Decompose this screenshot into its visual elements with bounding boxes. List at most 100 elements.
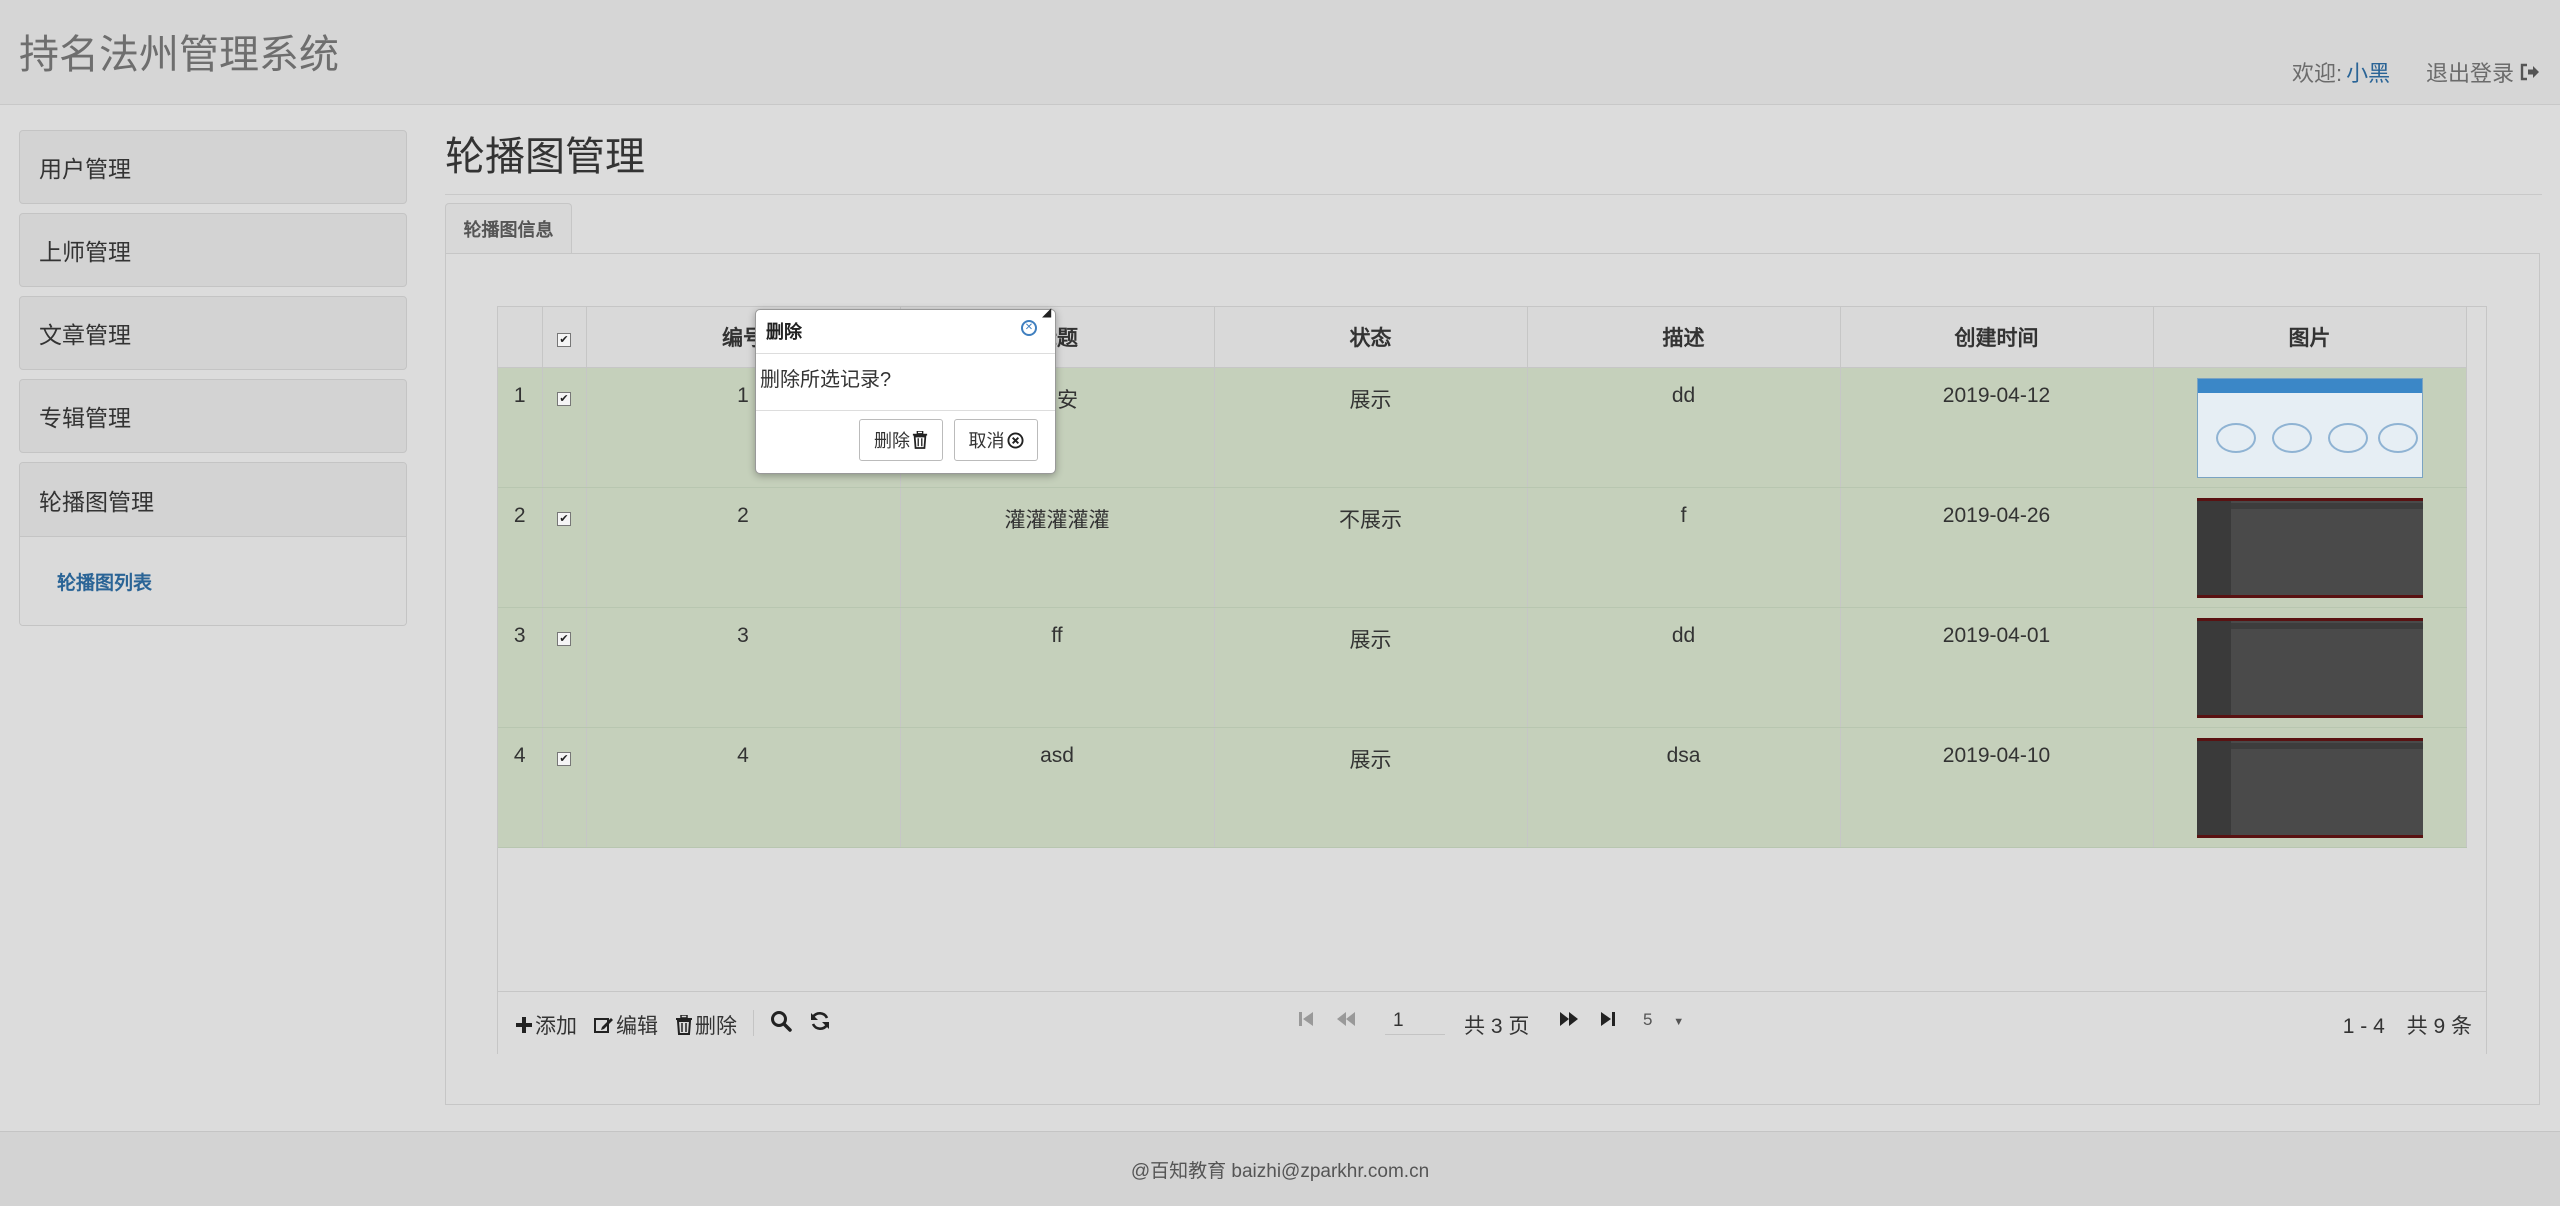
page-number-input[interactable]	[1385, 1007, 1445, 1035]
row-select-cell: ✔	[542, 727, 587, 848]
cell-status: 展示	[1214, 727, 1528, 848]
record-total: 共 9 条	[2406, 1015, 2472, 1038]
row-number: 1	[498, 367, 543, 488]
row-select-cell: ✔	[542, 487, 587, 608]
sidebar-item-users[interactable]: 用户管理	[19, 130, 407, 204]
sidebar-item-label: 上师管理	[39, 239, 131, 265]
sidebar-item-albums[interactable]: 专辑管理	[19, 379, 407, 453]
sidebar: 用户管理 上师管理 文章管理 专辑管理 轮播图管理 轮播图列表	[19, 130, 407, 626]
delete-label: 删除	[695, 1015, 737, 1038]
sidebar-group-carousel: 轮播图管理 轮播图列表	[19, 462, 407, 626]
prev-page-icon[interactable]	[1336, 1008, 1356, 1034]
sidebar-item-label: 文章管理	[39, 322, 131, 348]
toolbar-separator	[753, 1010, 754, 1036]
cell-created: 2019-04-26	[1840, 487, 2154, 608]
cell-id: 3	[586, 607, 901, 728]
refresh-button[interactable]	[809, 1010, 831, 1032]
tab-carousel-info[interactable]: 轮播图信息	[445, 203, 572, 253]
rownum-header	[498, 307, 543, 368]
row-select-cell: ✔	[542, 367, 587, 488]
cell-image	[2153, 367, 2467, 488]
logout-link[interactable]: 退出登录	[2426, 56, 2540, 88]
cancel-button[interactable]: 取消	[954, 419, 1038, 461]
cell-status: 展示	[1214, 367, 1528, 488]
row-number: 4	[498, 727, 543, 848]
page-size-select[interactable]: 5 ▼	[1643, 1010, 1684, 1030]
page-size-value: 5	[1643, 1010, 1653, 1029]
column-header-image[interactable]: 图片	[2153, 307, 2467, 368]
row-select-cell: ✔	[542, 607, 587, 728]
times-circle-icon	[1006, 431, 1024, 449]
delete-button[interactable]: 删除	[675, 1010, 737, 1040]
dialog-divider	[756, 410, 1055, 411]
dialog-title: 删除	[766, 322, 802, 342]
select-all-header: ✔	[542, 307, 587, 368]
logout-label: 退出登录	[2426, 61, 2515, 86]
close-icon[interactable]: ✕	[1021, 320, 1037, 336]
edit-button[interactable]: 编辑	[594, 1010, 658, 1040]
add-button[interactable]: 添加	[515, 1010, 577, 1040]
search-icon	[771, 1011, 792, 1032]
row-checkbox[interactable]: ✔	[557, 512, 571, 526]
welcome-label: 欢迎:	[2292, 61, 2343, 86]
sidebar-item-masters[interactable]: 上师管理	[19, 213, 407, 287]
top-navbar: 持名法州管理系统 欢迎: 小黑 退出登录	[0, 0, 2560, 105]
column-header-description[interactable]: 描述	[1527, 307, 1841, 368]
search-button[interactable]	[770, 1010, 792, 1032]
cell-status: 不展示	[1214, 487, 1528, 608]
cell-image	[2153, 487, 2467, 608]
record-range-value: 1 - 4	[2342, 1015, 2385, 1038]
cell-id: 4	[586, 727, 901, 848]
row-number: 2	[498, 487, 543, 608]
edit-icon	[594, 1018, 613, 1033]
carousel-image-thumbnail	[2196, 618, 2423, 718]
cell-description: dd	[1527, 607, 1841, 728]
column-header-created[interactable]: 创建时间	[1840, 307, 2154, 368]
title-divider	[445, 194, 2542, 195]
table-row[interactable]: 4 ✔ 4 asd 展示 dsa 2019-04-10	[498, 727, 2467, 848]
username-link[interactable]: 小黑	[2346, 61, 2390, 86]
trash-icon	[912, 431, 928, 449]
cell-created: 2019-04-10	[1840, 727, 2154, 848]
row-checkbox[interactable]: ✔	[557, 632, 571, 646]
sign-out-icon	[2520, 63, 2540, 81]
plus-icon	[516, 1017, 532, 1033]
delete-confirm-dialog: 删除 ✕ 删除所选记录? 删除 取消	[755, 309, 1056, 474]
cell-status: 展示	[1214, 607, 1528, 728]
cell-created: 2019-04-12	[1840, 367, 2154, 488]
refresh-icon	[811, 1012, 829, 1030]
sidebar-item-carousel[interactable]: 轮播图管理	[20, 463, 406, 537]
cell-created: 2019-04-01	[1840, 607, 2154, 728]
sidebar-subitem-carousel-list[interactable]: 轮播图列表	[20, 537, 406, 625]
edit-label: 编辑	[616, 1015, 658, 1038]
cancel-label: 取消	[968, 431, 1005, 451]
table-row[interactable]: 3 ✔ 3 ff 展示 dd 2019-04-01	[498, 607, 2467, 728]
next-page-icon[interactable]	[1559, 1008, 1579, 1034]
dialog-resize-handle-icon[interactable]: ◢	[1042, 305, 1056, 319]
table-row[interactable]: 2 ✔ 2 灌灌灌灌灌 不展示 f 2019-04-26	[498, 487, 2467, 608]
trash-icon	[676, 1015, 692, 1035]
cell-description: dsa	[1527, 727, 1841, 848]
first-page-icon[interactable]	[1298, 1008, 1314, 1034]
grid-toolbar: 添加 编辑 删除 共 3 页 5	[498, 991, 2486, 1054]
footer: @百知教育 baizhi@zparkhr.com.cn	[0, 1131, 2560, 1206]
app-title: 持名法州管理系统	[19, 33, 339, 77]
dialog-divider	[756, 353, 1055, 354]
sidebar-item-label: 用户管理	[39, 156, 131, 182]
dialog-message: 删除所选记录?	[760, 369, 892, 391]
sidebar-item-label: 轮播图管理	[39, 488, 154, 515]
sidebar-item-articles[interactable]: 文章管理	[19, 296, 407, 370]
cell-title: ff	[900, 607, 1215, 728]
select-all-checkbox[interactable]: ✔	[557, 333, 571, 347]
cell-image	[2153, 727, 2467, 848]
row-checkbox[interactable]: ✔	[557, 752, 571, 766]
column-header-status[interactable]: 状态	[1214, 307, 1528, 368]
page-title: 轮播图管理	[445, 135, 645, 179]
confirm-delete-button[interactable]: 删除	[859, 419, 943, 461]
row-number: 3	[498, 607, 543, 728]
last-page-icon[interactable]	[1600, 1008, 1616, 1034]
carousel-image-thumbnail	[2196, 378, 2423, 478]
row-checkbox[interactable]: ✔	[557, 392, 571, 406]
cell-description: dd	[1527, 367, 1841, 488]
cell-description: f	[1527, 487, 1841, 608]
